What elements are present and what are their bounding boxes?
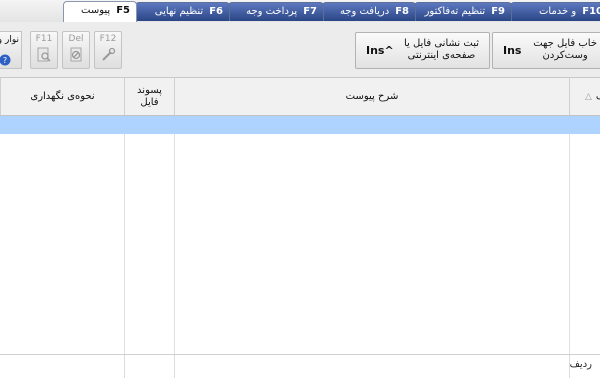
tab-label: پرداخت وجه [246,6,298,17]
tab-key: F5 [116,5,130,16]
tab-label: دریافت وجه [339,6,390,17]
f12-button[interactable]: F12 [94,31,122,69]
tab-key: F10 [582,6,600,17]
description-column-header[interactable]: شرح پیوست [174,78,569,115]
storage-header-label: نحوه‌ی نگهداری [30,90,95,102]
tab-key: F7 [303,6,317,17]
tab-f5[interactable]: F5 پیوست [63,1,137,22]
delete-button[interactable]: Del [62,31,90,69]
attach-file-label: خاب فایل جهت وست‌کردن [533,38,597,62]
extension-column-header[interactable]: پسوند فایل [124,78,174,115]
tab-key: F6 [209,6,223,17]
add-web-link-shortcut: ^Ins [366,44,394,57]
add-web-link-label: ثبت نشانی فایل یا صفحه‌ی اینترنتی [404,38,479,62]
footer-row-count-label: ردیف [569,359,592,370]
tab-key: F9 [491,6,505,17]
add-web-link-line2: صفحه‌ی اینترنتی [407,50,476,61]
storage-column-header[interactable]: نحوه‌ی نگهداری [0,78,124,115]
delete-file-icon [70,47,82,62]
edit-tools-icon [102,47,116,61]
row-number-header-label: یف [596,91,600,103]
bar-button-label: نوار و [0,35,19,45]
column-divider [174,134,175,377]
f11-key: F11 [35,34,53,44]
attachments-grid[interactable]: نحوه‌ی نگهداری پسوند فایل شرح پیوست یف △… [0,78,600,378]
row-number-column-header[interactable]: یف △ [569,78,600,115]
delete-key: Del [68,34,84,44]
add-web-link-button[interactable]: ثبت نشانی فایل یا صفحه‌ی اینترنتی ^Ins [355,32,490,69]
help-icon: ? [0,54,11,66]
attach-file-shortcut: Ins [503,44,522,57]
grid-footer: ردیف [0,354,600,378]
column-divider [124,134,125,377]
grid-header: نحوه‌ی نگهداری پسوند فایل شرح پیوست یف △ [0,78,600,116]
selected-table-row[interactable] [0,116,600,134]
tab-f7[interactable]: F7 پرداخت وجه [228,2,324,21]
tab-f8[interactable]: F8 دریافت وجه [322,2,416,21]
tab-strip: F10 و خدمات F9 تنظیم ته‌فاکتور F8 دریافت وج… [0,0,600,23]
tab-f6[interactable]: F6 تنظیم نهایی [135,2,230,21]
f11-button[interactable]: F11 [30,31,58,69]
toolbar: نوار و ? F11 Del F12 ثبت نشانی فایل یا [0,22,600,78]
tab-f9[interactable]: F9 تنظیم ته‌فاکتور [414,2,512,21]
tab-label: تنظیم ته‌فاکتور [424,6,486,17]
attach-file-button[interactable]: خاب فایل جهت وست‌کردن Ins [492,32,600,69]
preview-icon [37,47,51,62]
tab-f10[interactable]: F10 و خدمات [510,2,600,21]
footer-divider [124,355,125,378]
description-header-label: شرح پیوست [345,90,399,102]
column-divider [569,134,570,377]
attach-file-line1: خاب فایل جهت [533,38,597,49]
add-web-link-line1: ثبت نشانی فایل یا [403,38,479,49]
footer-divider [174,355,175,378]
tab-label: و خدمات [538,6,577,17]
extension-header-line2: فایل [140,96,159,108]
extension-header-line1: پسوند [137,84,162,96]
attach-file-line2: وست‌کردن [542,50,588,61]
sort-arrow-icon: △ [584,91,592,102]
tab-label: تنظیم نهایی [154,6,204,17]
bar-button[interactable]: نوار و ? [0,31,22,69]
tab-key: F8 [395,6,409,17]
tab-label: پیوست [81,5,111,16]
f12-key: F12 [99,34,117,44]
svg-text:?: ? [3,56,7,65]
